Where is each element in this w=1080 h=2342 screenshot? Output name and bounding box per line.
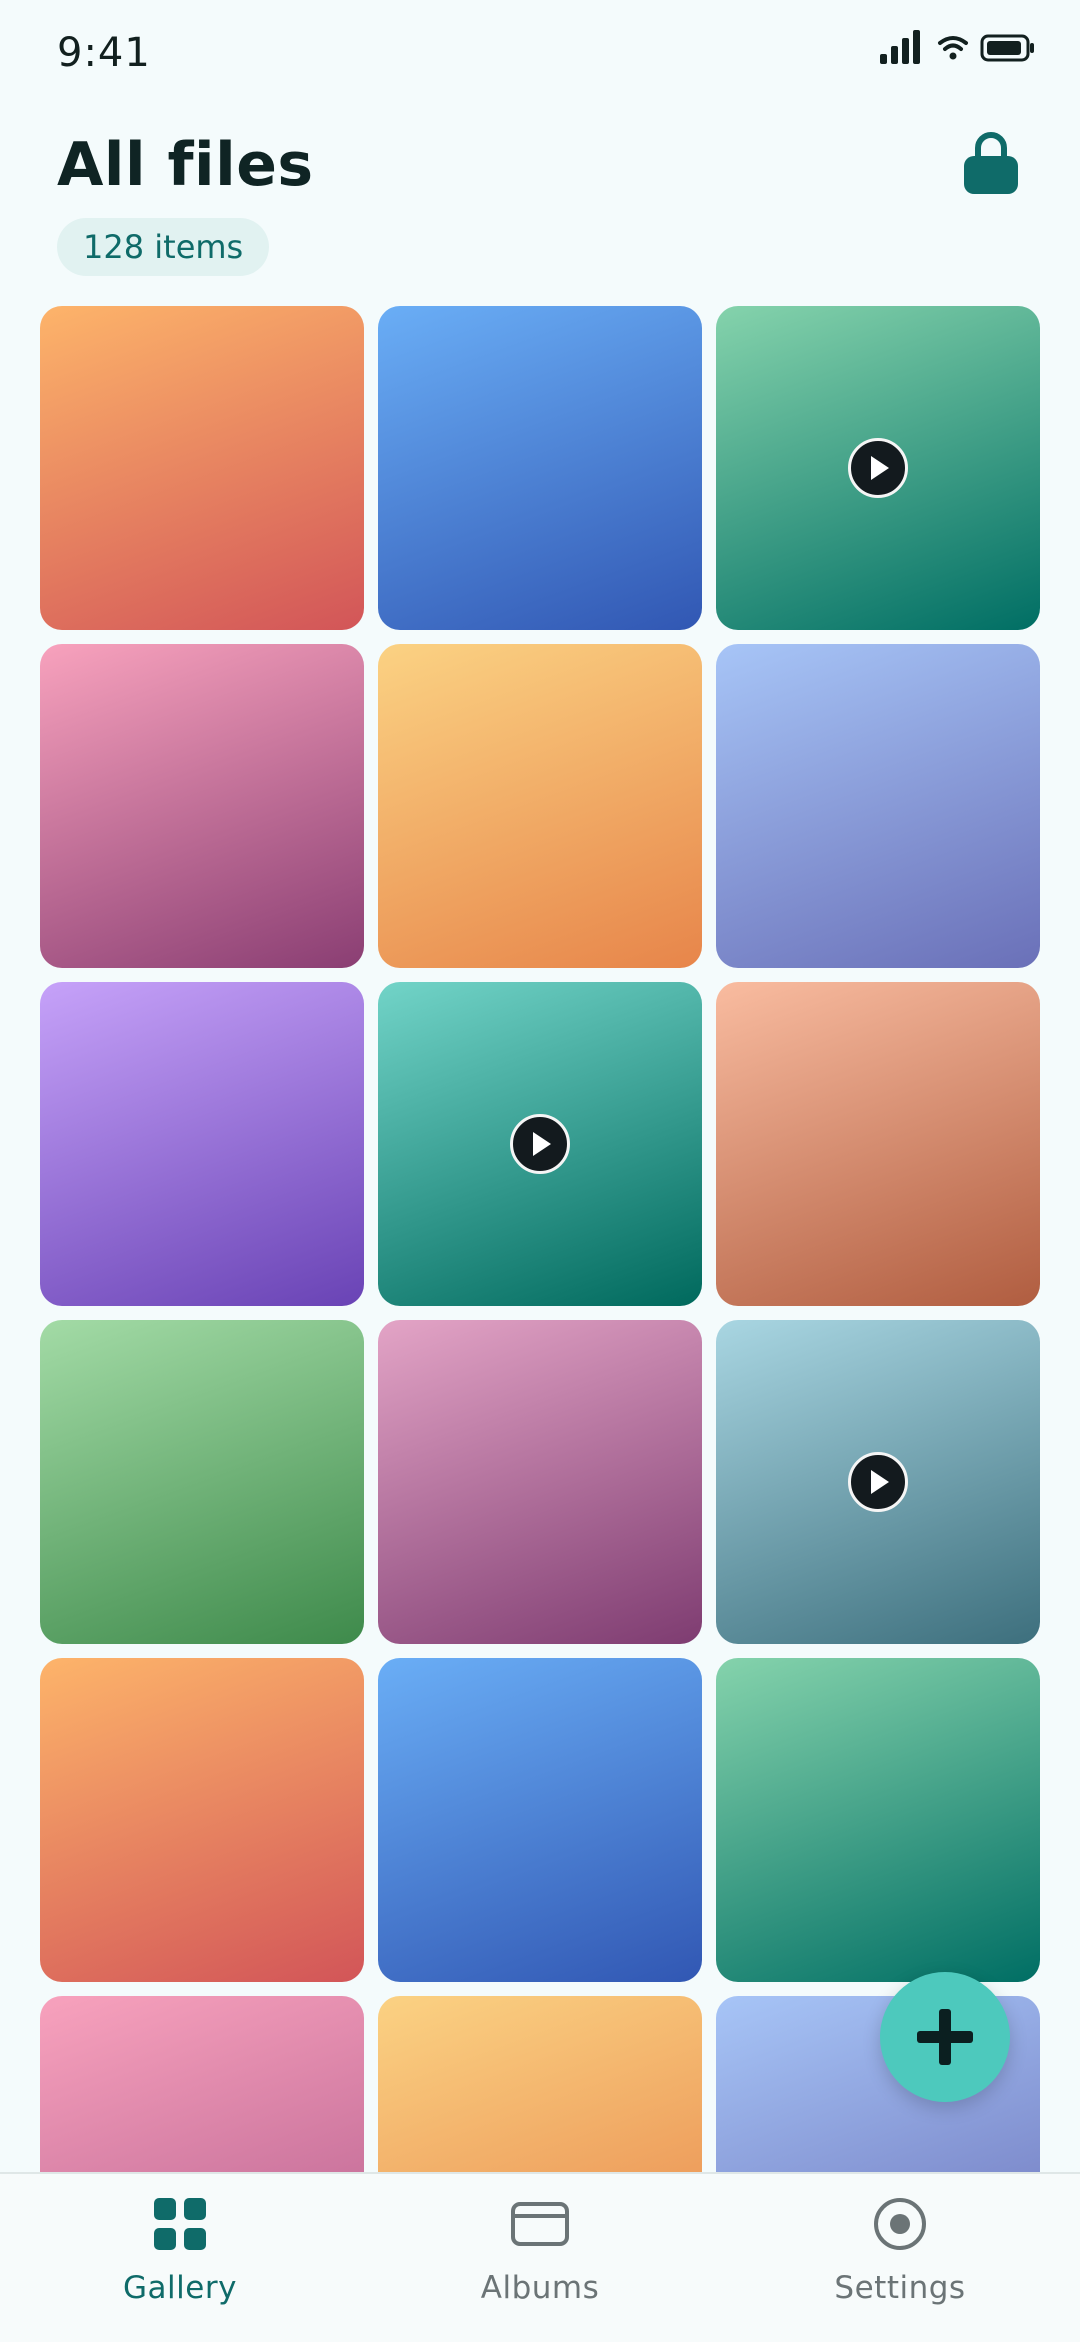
video-thumbnail[interactable] <box>716 306 1040 630</box>
media-grid <box>40 306 1040 2172</box>
photo-thumbnail[interactable] <box>716 644 1040 968</box>
photo-thumbnail[interactable] <box>716 982 1040 1306</box>
photo-thumbnail[interactable] <box>716 1658 1040 1982</box>
status-bar: 9:41 <box>0 0 1080 110</box>
nav-settings-label: Settings <box>834 2270 966 2306</box>
wifi-icon <box>938 36 968 60</box>
lock-button[interactable] <box>958 130 1024 196</box>
photo-thumbnail[interactable] <box>40 306 364 630</box>
photo-thumbnail[interactable] <box>378 644 702 968</box>
status-time: 9:41 <box>57 30 151 76</box>
photo-thumbnail[interactable] <box>378 306 702 630</box>
photo-thumbnail[interactable] <box>40 644 364 968</box>
status-icons <box>878 28 1036 68</box>
photo-thumbnail[interactable] <box>378 1320 702 1644</box>
nav-gallery-label: Gallery <box>123 2270 237 2306</box>
video-thumbnail[interactable] <box>378 982 702 1306</box>
photo-thumbnail[interactable] <box>40 982 364 1306</box>
item-count-badge: 128 items <box>57 218 270 276</box>
card-icon <box>511 2202 569 2246</box>
play-icon <box>848 438 908 498</box>
photo-thumbnail[interactable] <box>40 1658 364 1982</box>
play-icon <box>848 1452 908 1512</box>
nav-settings[interactable]: Settings <box>720 2174 1080 2342</box>
battery-icon <box>980 34 1034 62</box>
bottom-navigation: Gallery Albums Settings <box>0 2172 1080 2342</box>
page-title: All files <box>57 130 314 200</box>
lock-icon <box>964 132 1018 194</box>
signal-icon <box>880 30 920 64</box>
nav-gallery[interactable]: Gallery <box>0 2174 360 2342</box>
video-thumbnail[interactable] <box>716 1320 1040 1644</box>
nav-albums-label: Albums <box>480 2270 600 2306</box>
grid-icon <box>154 2198 206 2250</box>
add-button[interactable] <box>880 1972 1010 2102</box>
photo-thumbnail[interactable] <box>40 1320 364 1644</box>
nav-albums[interactable]: Albums <box>360 2174 720 2342</box>
photo-thumbnail[interactable] <box>378 1996 702 2172</box>
radio-icon <box>874 2198 926 2250</box>
photo-thumbnail[interactable] <box>378 1658 702 1982</box>
photo-thumbnail[interactable] <box>40 1996 364 2172</box>
plus-icon <box>917 2009 973 2065</box>
play-icon <box>510 1114 570 1174</box>
